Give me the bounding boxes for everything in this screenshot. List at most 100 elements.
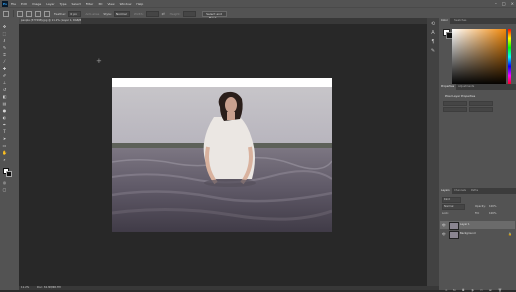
zoom-icon[interactable]: ⌕ <box>2 157 7 162</box>
marquee-icon[interactable]: ⬚ <box>2 31 7 36</box>
new-layer-icon[interactable]: ⊞ <box>489 288 492 292</box>
tools-panel: ✥ ⬚ ℓ ✎ ⌗ ⁄ ✚ ✐ ⊥ ↺ ◧ ▤ ● ◐ ✒ T ➤ ▭ ✋ ⌕ … <box>0 18 19 290</box>
stamp-icon[interactable]: ⊥ <box>2 80 7 85</box>
brush-settings-icon[interactable]: ✎ <box>430 48 436 54</box>
pen-icon[interactable]: ✒ <box>2 122 7 127</box>
layer-thumbnail <box>449 231 459 239</box>
group-icon[interactable]: ▭ <box>480 288 483 292</box>
maximize-icon[interactable]: □ <box>502 1 506 6</box>
close-icon[interactable]: × <box>511 1 514 6</box>
menu-help[interactable]: Help <box>136 2 143 6</box>
rectangle-icon[interactable]: ▭ <box>2 143 7 148</box>
adjustment-layer-icon[interactable]: ◑ <box>471 288 474 292</box>
y-field[interactable] <box>469 107 493 112</box>
tab-swatches[interactable]: Swatches <box>452 18 468 24</box>
crop-icon[interactable]: ⌗ <box>2 52 7 57</box>
menu-view[interactable]: View <box>107 2 114 6</box>
style-label: Style: <box>103 11 112 16</box>
width-field[interactable] <box>443 101 467 106</box>
new-selection-icon[interactable] <box>17 10 23 17</box>
brush-icon[interactable]: ✐ <box>2 73 7 78</box>
menu-file[interactable]: File <box>11 2 16 6</box>
tab-paths[interactable]: Paths <box>469 188 480 194</box>
swap-icon[interactable]: ⇄ <box>162 11 166 16</box>
visibility-eye-icon[interactable]: 👁 <box>442 232 446 236</box>
photoshop-logo: Ps <box>2 0 8 7</box>
healing-icon[interactable]: ✚ <box>2 66 7 71</box>
menu-type[interactable]: Type <box>60 2 67 6</box>
layer-mask-icon[interactable]: ◘ <box>462 288 464 292</box>
width-input[interactable] <box>145 10 159 17</box>
tab-properties[interactable]: Properties <box>439 84 457 90</box>
gradient-icon[interactable]: ▤ <box>2 101 7 106</box>
move-icon[interactable]: ✥ <box>2 24 7 29</box>
layer-filter-select[interactable]: Kind <box>442 197 461 203</box>
hue-slider[interactable] <box>508 29 511 85</box>
history-icon[interactable]: ⟲ <box>430 21 436 27</box>
x-field[interactable] <box>443 107 467 112</box>
layer-name: Layer 1 <box>460 223 470 226</box>
hand-icon[interactable]: ✋ <box>2 150 7 155</box>
screen-mode-icon[interactable]: ▢ <box>2 187 7 192</box>
menu-filter[interactable]: Filter <box>86 2 93 6</box>
properties-title: Pixel Layer Properties <box>445 94 476 98</box>
tab-layers[interactable]: Layers <box>439 188 452 194</box>
quick-select-icon[interactable]: ✎ <box>2 45 7 50</box>
canvas-white-strip <box>112 78 332 87</box>
eyedropper-icon[interactable]: ⁄ <box>2 59 7 64</box>
character-icon[interactable]: A <box>430 30 436 36</box>
intersect-selection-icon[interactable] <box>44 10 50 17</box>
path-select-icon[interactable]: ➤ <box>2 136 7 141</box>
select-and-mask-button[interactable]: Select and Mask... <box>201 10 227 20</box>
subtract-selection-icon[interactable] <box>35 10 41 17</box>
history-brush-icon[interactable]: ↺ <box>2 87 7 92</box>
tab-adjustments[interactable]: Adjustments <box>456 84 476 90</box>
divider <box>13 10 14 17</box>
background-color-swatch[interactable] <box>6 171 12 177</box>
crosshair-cursor-icon: + <box>96 57 102 65</box>
lock-label: Lock: <box>442 212 449 215</box>
feather-input[interactable]: 0 px <box>68 10 82 17</box>
visibility-eye-icon[interactable]: 👁 <box>442 223 446 227</box>
fill-value[interactable]: 100% <box>489 211 496 216</box>
paragraph-icon[interactable]: ¶ <box>430 39 436 45</box>
menu-3d[interactable]: 3D <box>98 2 102 6</box>
blur-icon[interactable]: ● <box>2 108 7 113</box>
height-field[interactable] <box>469 101 493 106</box>
lasso-icon[interactable]: ℓ <box>2 38 7 43</box>
tab-color[interactable]: Color <box>439 18 450 24</box>
delete-layer-icon[interactable]: 🗑 <box>498 288 502 292</box>
menu-select[interactable]: Select <box>72 2 81 6</box>
right-panels: Color Swatches Properties Adjustments Pi… <box>439 18 516 292</box>
anti-alias-checkbox[interactable]: Anti-alias <box>85 12 99 16</box>
blend-mode-select[interactable]: Normal <box>442 204 465 210</box>
menu-image[interactable]: Image <box>32 2 41 6</box>
document-image[interactable] <box>112 87 332 232</box>
menu-edit[interactable]: Edit <box>21 2 27 6</box>
fill-label: Fill: <box>475 212 480 215</box>
feather-label: Feather: <box>54 11 67 16</box>
tab-channels[interactable]: Channels <box>452 188 468 194</box>
opacity-value[interactable]: 100% <box>489 204 496 209</box>
eraser-icon[interactable]: ◧ <box>2 94 7 99</box>
layer-row-background[interactable]: 👁 Background 🔒 <box>440 230 515 239</box>
minimize-icon[interactable]: – <box>495 1 497 6</box>
color-picker-field[interactable] <box>452 29 506 85</box>
document-size: Doc: 34.3M/68.7M <box>37 286 61 289</box>
color-panel-tabs: Color Swatches <box>439 18 516 24</box>
height-label: Height: <box>169 11 181 16</box>
style-select[interactable]: Normal <box>113 10 130 17</box>
link-layers-icon[interactable]: ∞ <box>445 288 448 292</box>
menu-layer[interactable]: Layer <box>46 2 54 6</box>
menu-window[interactable]: Window <box>120 2 132 6</box>
add-selection-icon[interactable] <box>26 10 32 17</box>
marquee-preset-icon[interactable] <box>3 10 9 17</box>
layer-style-icon[interactable]: fx <box>453 288 456 292</box>
quick-mask-icon[interactable]: ◎ <box>2 180 7 185</box>
height-input[interactable] <box>182 10 196 17</box>
menu-bar: Ps File Edit Image Layer Type Select Fil… <box>0 0 516 7</box>
layer-row-layer1[interactable]: 👁 Layer 1 <box>440 221 515 230</box>
zoom-level[interactable]: 11.2% <box>21 286 29 290</box>
dodge-icon[interactable]: ◐ <box>2 115 7 120</box>
type-icon[interactable]: T <box>2 129 7 134</box>
